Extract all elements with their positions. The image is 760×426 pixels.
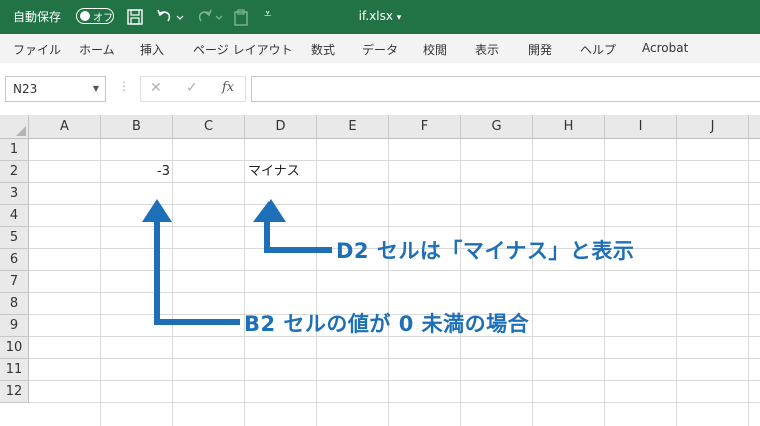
file-title: if.xlsx ▾ xyxy=(0,9,760,23)
formula-input[interactable] xyxy=(251,76,760,102)
tab-view[interactable]: 表示 xyxy=(475,41,499,58)
annotation-b2-note: B2 セルの値が 0 未満の場合 xyxy=(244,312,530,336)
formula-bar-grip-icon: ⋮ xyxy=(118,79,130,93)
name-box-dropdown-icon[interactable]: ▼ xyxy=(93,77,99,101)
tab-acrobat[interactable]: Acrobat xyxy=(642,41,688,55)
cancel-icon[interactable]: ✕ xyxy=(150,80,162,96)
spreadsheet-grid: A B C D E F G H I J 1 2 3 4 5 6 7 8 9 10… xyxy=(0,115,760,426)
insert-function-icon[interactable]: fx xyxy=(222,80,234,95)
arrow-to-b2 xyxy=(154,221,240,325)
name-box-value: N23 xyxy=(13,82,38,96)
title-bar: 自動保存 オフ ⩡ if.xlsx ▾ xyxy=(0,0,760,34)
tab-file[interactable]: ファイル xyxy=(13,41,61,58)
annotation-arrows xyxy=(142,199,332,325)
formula-buttons: ✕ ✓ fx xyxy=(140,76,246,102)
annotation-d2-note: D2 セルは「マイナス」と表示 xyxy=(336,239,635,263)
tab-page-layout[interactable]: ページ レイアウト xyxy=(193,41,293,58)
tab-data[interactable]: データ xyxy=(362,41,398,58)
ribbon-tabs: ファイル ホーム 挿入 ページ レイアウト 数式 データ 校閲 表示 開発 ヘル… xyxy=(0,34,760,64)
enter-icon[interactable]: ✓ xyxy=(186,80,198,96)
arrow-head-d2 xyxy=(256,199,286,222)
tab-formulas[interactable]: 数式 xyxy=(311,41,335,58)
formula-bar: N23 ▼ ⋮ ✕ ✓ fx xyxy=(0,63,760,115)
name-box[interactable]: N23 ▼ xyxy=(5,76,106,102)
tab-home[interactable]: ホーム xyxy=(79,41,115,58)
tab-insert[interactable]: 挿入 xyxy=(140,41,164,58)
file-name-caret-icon[interactable]: ▾ xyxy=(397,13,402,23)
file-name: if.xlsx xyxy=(358,9,393,23)
tab-help[interactable]: ヘルプ xyxy=(580,41,616,58)
tab-developer[interactable]: 開発 xyxy=(528,41,552,58)
tab-review[interactable]: 校閲 xyxy=(423,41,447,58)
arrow-head-b2 xyxy=(142,199,172,222)
